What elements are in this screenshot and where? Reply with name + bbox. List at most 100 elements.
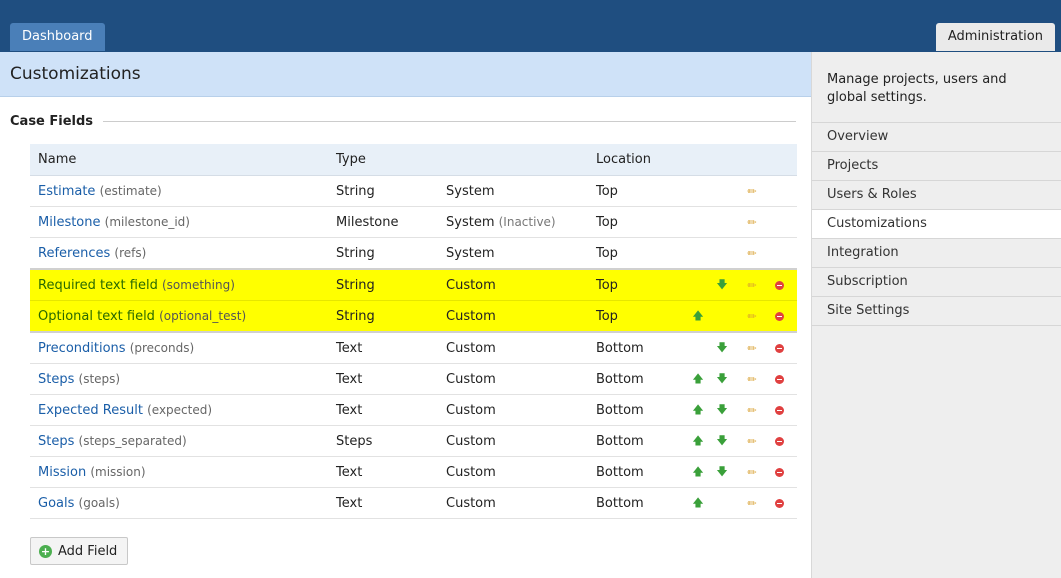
field-origin: Custom [446, 371, 496, 387]
table-header-row: Name Type Location [30, 144, 797, 176]
edit-pencil-icon[interactable]: ✏ [745, 279, 759, 292]
field-location-cell: Bottom [588, 456, 683, 488]
move-down-icon[interactable]: 🡇 [715, 401, 729, 420]
field-system-name: (estimate) [99, 183, 162, 198]
sidebar-item-projects[interactable]: Projects [812, 151, 1061, 180]
edit-pencil-icon[interactable]: ✏ [745, 404, 759, 417]
field-origin-cell: System [438, 175, 588, 207]
delete-icon[interactable] [775, 311, 784, 321]
field-name-link[interactable]: References [38, 246, 110, 261]
field-name-cell: Expected Result (expected) [30, 394, 328, 426]
edit-pencil-icon[interactable]: ✏ [745, 310, 759, 323]
delete-icon[interactable] [775, 405, 784, 415]
field-name-link[interactable]: Goals [38, 496, 74, 511]
sidebar-item-customizations[interactable]: Customizations [812, 209, 1061, 238]
field-type-cell: Text [328, 456, 438, 488]
page-title: Customizations [10, 64, 141, 84]
field-name-link[interactable]: Steps [38, 372, 74, 387]
move-down-icon[interactable]: 🡇 [715, 276, 729, 295]
delete-icon[interactable] [775, 436, 784, 446]
delete-icon[interactable] [775, 498, 784, 508]
move-down-icon[interactable]: 🡇 [715, 370, 729, 389]
delete-icon[interactable] [775, 343, 784, 353]
field-status-note: (Inactive) [498, 214, 556, 229]
table-row: Estimate (estimate) String System Top ✏ [30, 175, 797, 207]
field-type-cell: Text [328, 394, 438, 426]
field-location-cell: Bottom [588, 425, 683, 457]
tab-administration[interactable]: Administration [935, 23, 1055, 51]
field-name-cell: Milestone (milestone_id) [30, 206, 328, 238]
move-up-icon[interactable]: 🡅 [691, 463, 705, 482]
table-row: Steps (steps_separated) Steps Custom Botto… [30, 425, 797, 457]
move-up-icon[interactable]: 🡅 [691, 307, 705, 326]
section-title: Case Fields [10, 114, 104, 129]
field-origin: Custom [446, 402, 496, 418]
field-name-link[interactable]: Estimate [38, 184, 95, 199]
edit-pencil-icon[interactable]: ✏ [745, 342, 759, 355]
field-name-cell: Steps (steps) [30, 363, 328, 395]
move-up-icon[interactable]: 🡅 [691, 432, 705, 451]
field-system-name: (optional_test) [159, 308, 247, 323]
sidebar-item-overview[interactable]: Overview [812, 122, 1061, 151]
field-type-cell: Text [328, 331, 438, 364]
delete-icon[interactable] [775, 374, 784, 384]
field-location-cell: Top [588, 175, 683, 207]
field-system-name: (expected) [147, 402, 213, 417]
field-type-cell: Text [328, 363, 438, 395]
column-header-location: Location [588, 144, 683, 176]
edit-pencil-icon[interactable]: ✏ [745, 247, 759, 260]
field-name-link[interactable]: Required text field [38, 278, 158, 293]
sidebar-item-users-roles[interactable]: Users & Roles [812, 180, 1061, 209]
move-up-icon[interactable]: 🡅 [691, 370, 705, 389]
move-down-icon[interactable]: 🡇 [715, 463, 729, 482]
field-type-cell: String [328, 268, 438, 301]
field-name-cell: Optional text field (optional_test) [30, 300, 328, 333]
delete-icon[interactable] [775, 280, 784, 290]
tab-dashboard[interactable]: Dashboard [10, 23, 105, 51]
field-origin-cell: Custom [438, 268, 588, 301]
edit-pencil-icon[interactable]: ✏ [745, 216, 759, 229]
admin-sidebar: Manage projects, users and global settin… [811, 52, 1061, 578]
sidebar-item-subscription[interactable]: Subscription [812, 267, 1061, 296]
table-row: Goals (goals) Text Custom Bottom 🡅 ✏ [30, 487, 797, 519]
field-system-name: (mission) [90, 464, 146, 479]
field-origin-cell: Custom [438, 300, 588, 333]
move-down-icon[interactable]: 🡇 [715, 432, 729, 451]
delete-icon[interactable] [775, 467, 784, 477]
add-field-label: Add Field [58, 543, 118, 559]
field-name-link[interactable]: Expected Result [38, 403, 143, 418]
table-row: Optional text field (optional_test) Strin… [30, 300, 797, 333]
sidebar-description: Manage projects, users and global settin… [827, 72, 1007, 105]
sidebar-item-site-settings[interactable]: Site Settings [812, 296, 1061, 326]
field-name-link[interactable]: Preconditions [38, 341, 126, 356]
edit-pencil-icon[interactable]: ✏ [745, 185, 759, 198]
column-header-name: Name [30, 144, 328, 176]
move-up-icon[interactable]: 🡅 [691, 494, 705, 513]
field-system-name: (preconds) [129, 340, 195, 355]
case-fields-table: Name Type Location Estimate (estimate) St… [30, 144, 797, 519]
add-field-button[interactable]: + Add Field [30, 537, 129, 565]
field-origin: Custom [446, 277, 496, 293]
field-origin-cell: Custom [438, 487, 588, 519]
field-name-cell: Mission (mission) [30, 456, 328, 488]
field-name-link[interactable]: Optional text field [38, 309, 155, 324]
table-row: References (refs) String System Top ✏ [30, 237, 797, 270]
field-origin-cell: Custom [438, 331, 588, 364]
move-up-icon[interactable]: 🡅 [691, 401, 705, 420]
field-type-cell: Text [328, 487, 438, 519]
field-name-link[interactable]: Milestone [38, 215, 101, 230]
sidebar-item-integration[interactable]: Integration [812, 238, 1061, 267]
edit-pencil-icon[interactable]: ✏ [745, 435, 759, 448]
case-fields-section-header: Case Fields [0, 97, 811, 137]
move-down-icon[interactable]: 🡇 [715, 339, 729, 358]
field-origin: Custom [446, 433, 496, 449]
field-name-link[interactable]: Mission [38, 465, 86, 480]
field-name-link[interactable]: Steps [38, 434, 74, 449]
table-row: Steps (steps) Text Custom Bottom 🡅 🡇 ✏ [30, 363, 797, 395]
edit-pencil-icon[interactable]: ✏ [745, 373, 759, 386]
field-system-name: (something) [161, 277, 235, 292]
field-location-cell: Top [588, 268, 683, 301]
edit-pencil-icon[interactable]: ✏ [745, 466, 759, 479]
field-type-cell: Steps [328, 425, 438, 457]
edit-pencil-icon[interactable]: ✏ [745, 497, 759, 510]
